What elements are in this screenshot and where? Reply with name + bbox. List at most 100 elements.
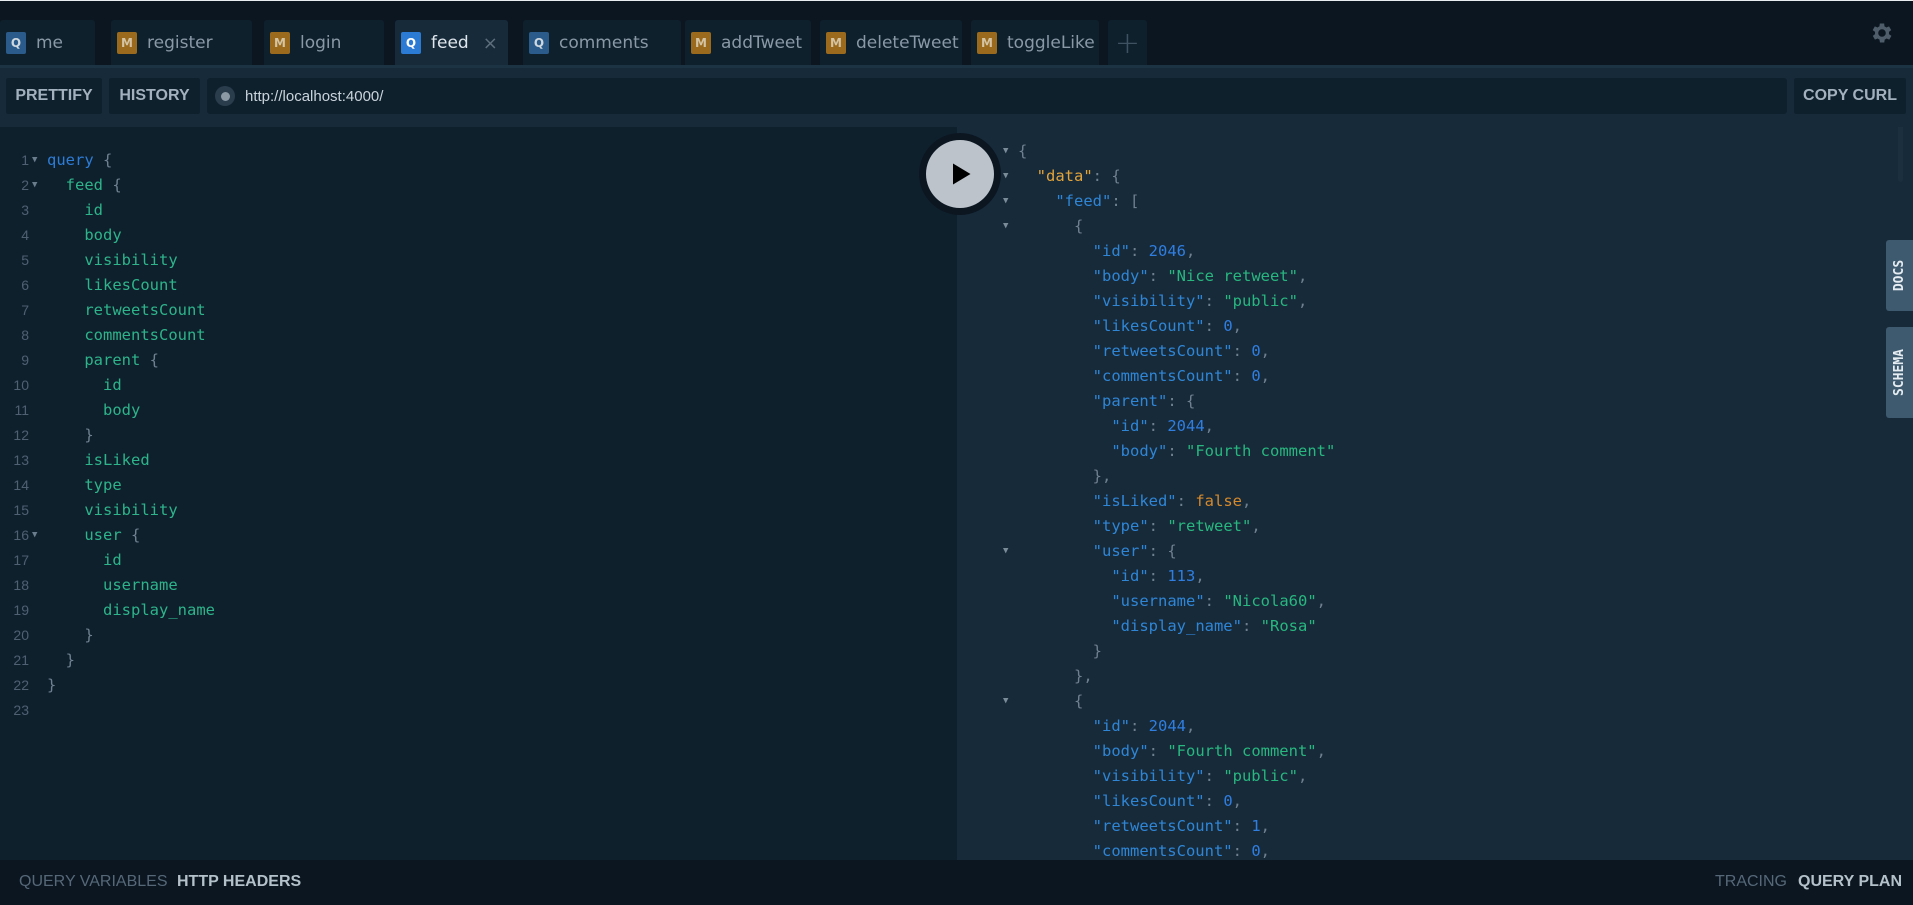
tab-login[interactable]: M login [264, 20, 384, 66]
token-str: "public" [1223, 292, 1298, 310]
query-plan-tab[interactable]: QUERY PLAN [1798, 873, 1902, 891]
line-number: 15 [13, 502, 29, 518]
token-key: "type" [1092, 517, 1149, 535]
code-text: "retweetsCount": 1, [1018, 814, 1270, 839]
token-pun: } [65, 651, 76, 669]
query-editor[interactable]: 1 ▼ query {2 ▼ feed {3 id 4 body 5 visibility… [0, 127, 957, 860]
token-pun: , [1195, 567, 1205, 585]
connection-status-icon [215, 86, 235, 106]
token-num: 2046 [1148, 242, 1186, 260]
query-variables-tab[interactable]: QUERY VARIABLES [19, 873, 168, 891]
token-pun: , [1260, 342, 1270, 360]
fold-arrow-icon[interactable]: ▼ [1003, 189, 1008, 214]
token-pun: { [1018, 142, 1028, 160]
token-num: 0 [1223, 317, 1233, 335]
tab-addtweet[interactable]: M addTweet [685, 20, 811, 66]
token-pun: , [1232, 317, 1242, 335]
tab-register[interactable]: M register [111, 20, 252, 66]
prettify-button[interactable]: PRETTIFY [6, 78, 102, 114]
fold-arrow-icon[interactable]: ▼ [1003, 539, 1008, 564]
fold-arrow-icon[interactable]: ▼ [32, 148, 37, 173]
code-text: "username": "Nicola60", [1018, 589, 1326, 614]
fold-arrow-icon[interactable]: ▼ [1003, 689, 1008, 714]
token-pun: , [1260, 367, 1270, 385]
code-text: username [47, 573, 178, 598]
fold-arrow-icon[interactable]: ▼ [32, 173, 37, 198]
token-key: "commentsCount" [1092, 367, 1233, 385]
fold-arrow-icon[interactable]: ▼ [1003, 214, 1008, 239]
tab-me[interactable]: Q me [0, 20, 95, 66]
token-dkey: "data" [1036, 167, 1093, 185]
token-pun: : [1204, 317, 1224, 335]
query-badge: Q [6, 32, 26, 54]
close-tab-icon[interactable]: × [483, 33, 498, 54]
code-text: "parent": { [1018, 389, 1196, 414]
schema-tab[interactable]: SCHEMA [1886, 327, 1913, 418]
code-text: "likesCount": 0, [1018, 789, 1242, 814]
code-text: type [47, 473, 121, 498]
fold-arrow-icon[interactable]: ▼ [32, 523, 37, 548]
token-num: 0 [1223, 792, 1233, 810]
line-number: 10 [13, 377, 29, 393]
token-pun: : [1204, 292, 1224, 310]
copy-curl-button[interactable]: COPY CURL [1794, 78, 1906, 114]
code-text: "id": 113, [1018, 564, 1205, 589]
endpoint-url-input[interactable]: http://localhost:4000/ [207, 78, 1787, 114]
code-text: "commentsCount": 0, [1018, 839, 1270, 860]
result-scrollbar[interactable] [1898, 127, 1903, 182]
code-text: { [1018, 689, 1083, 714]
http-headers-tab[interactable]: HTTP HEADERS [177, 873, 301, 891]
token-pun: { [140, 351, 159, 369]
code-text: "body": "Fourth comment" [1018, 439, 1335, 464]
fold-arrow-icon[interactable]: ▼ [1003, 139, 1008, 164]
line-number: 23 [13, 702, 29, 718]
tab-deletetweet[interactable]: M deleteTweet [820, 20, 962, 66]
line-number: 4 [21, 227, 29, 243]
code-text: visibility [47, 498, 177, 523]
schema-label: SCHEMA [1892, 349, 1907, 396]
token-pun: : [1176, 492, 1196, 510]
token-pun: , [1242, 492, 1252, 510]
token-pun: : { [1167, 392, 1196, 410]
line-number: 7 [21, 302, 29, 318]
code-text: id [47, 198, 103, 223]
token-pun: , [1297, 767, 1308, 785]
token-pun: , [1297, 267, 1308, 285]
token-key: "isLiked" [1092, 492, 1177, 510]
token-fld: body [84, 226, 122, 244]
token-fld: feed [65, 176, 103, 194]
token-fld: id [103, 551, 122, 569]
tab-label: register [147, 33, 213, 53]
code-text: commentsCount [47, 323, 206, 348]
line-number: 9 [21, 352, 29, 368]
docs-tab[interactable]: DOCS [1886, 240, 1913, 311]
tab-togglelike[interactable]: M toggleLike [971, 20, 1099, 66]
tracing-tab[interactable]: TRACING [1715, 873, 1787, 891]
token-key: "display_name" [1111, 617, 1242, 635]
token-fld: commentsCount [84, 326, 206, 344]
history-button[interactable]: HISTORY [109, 78, 200, 114]
token-pun: , [1185, 242, 1196, 260]
token-key: "retweetsCount" [1092, 817, 1233, 835]
token-pun: : [1232, 817, 1252, 835]
token-pun: , [1316, 742, 1326, 760]
run-query-button[interactable] [919, 133, 1001, 215]
add-tab-button[interactable]: + [1108, 20, 1147, 66]
token-key: "id" [1111, 417, 1149, 435]
code-text: "visibility": "public", [1018, 764, 1308, 789]
token-fld: isLiked [84, 451, 150, 469]
token-pun: } [84, 426, 94, 444]
gear-icon[interactable] [1869, 20, 1895, 46]
token-fld: parent [84, 351, 141, 369]
tab-feed[interactable]: Q feed × [395, 20, 508, 66]
token-key: "user" [1092, 542, 1149, 560]
token-fld: body [103, 401, 141, 419]
token-key: "visibility" [1092, 767, 1205, 785]
mutation-badge: M [117, 32, 137, 54]
tab-comments[interactable]: Q comments [523, 20, 681, 66]
token-pun: , [1232, 792, 1242, 810]
token-key: "body" [1092, 267, 1149, 285]
line-number: 16 [13, 527, 29, 543]
fold-arrow-icon[interactable]: ▼ [1003, 164, 1008, 189]
line-number: 5 [21, 252, 29, 268]
